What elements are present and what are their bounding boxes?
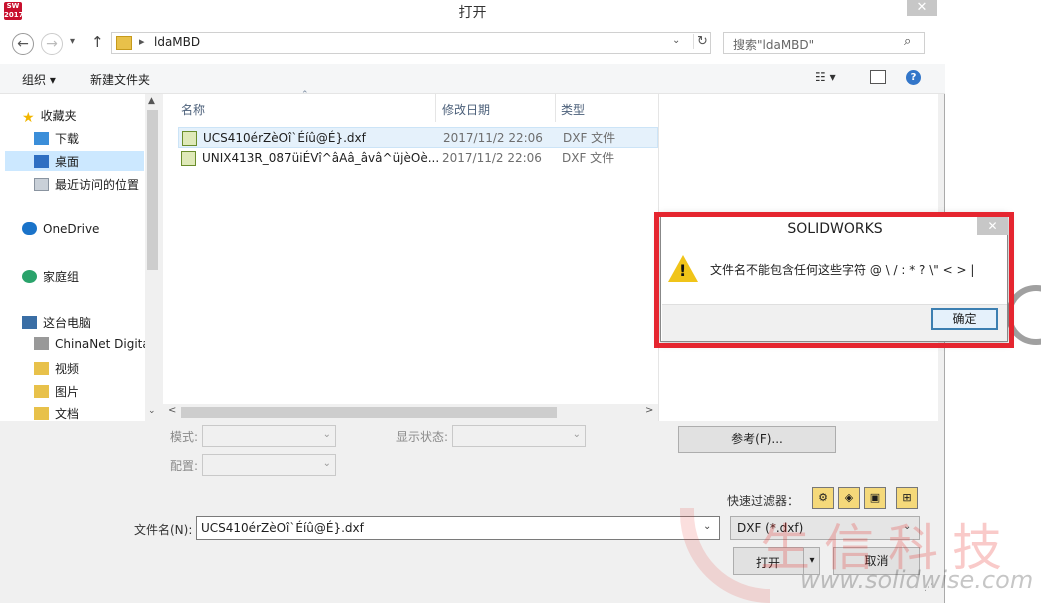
file-name: UCS410érZèOî`Éíû@É}.dxf — [203, 131, 366, 145]
close-button[interactable]: ✕ — [907, 0, 937, 16]
filter-top-level-assemblies-icon[interactable]: ⊞ — [896, 487, 918, 509]
scroll-right-icon[interactable]: > — [645, 405, 653, 416]
sidebar-item-downloads[interactable]: 下载 — [34, 130, 79, 147]
file-row[interactable]: UNIX413R_087üiÉVî^âAâ_âvâ^üjèOè... 2017/… — [178, 148, 658, 169]
column-divider[interactable] — [435, 94, 436, 122]
dxf-file-icon — [182, 131, 197, 146]
sidebar-item-this-pc[interactable]: 这台电脑 — [22, 314, 91, 331]
preview-pane-icon[interactable] — [870, 70, 886, 84]
download-icon — [34, 132, 49, 145]
sidebar-item-recent-places[interactable]: 最近访问的位置 — [34, 176, 139, 193]
breadcrumb-folder[interactable]: ldaMBD — [154, 35, 200, 49]
config-label: 配置: — [170, 459, 199, 473]
file-row[interactable]: UCS410érZèOî`Éíû@É}.dxf 2017/11/2 22:06 … — [178, 127, 658, 148]
quick-filter-label: 快速过滤器： — [727, 494, 800, 508]
filename-value[interactable]: UCS410érZèOî`Éíû@É}.dxf — [201, 521, 364, 535]
documents-folder-icon — [34, 407, 49, 420]
recent-places-icon — [34, 178, 49, 191]
scrollbar-thumb[interactable] — [181, 407, 557, 418]
sidebar-item-videos[interactable]: 视频 — [34, 360, 79, 377]
title-bar: SW 2017 打开 ✕ — [0, 0, 945, 24]
navigation-pane: ★ 收藏夹 下载 桌面 最近访问的位置 OneDrive 家庭组 这台电脑 Chi… — [0, 94, 160, 421]
forward-button[interactable]: → — [41, 33, 63, 55]
folder-icon — [116, 36, 132, 50]
navigation-scrollbar[interactable]: ▲ ⌄ — [145, 94, 160, 421]
address-bar[interactable]: ▸ ldaMBD ⌄ ↻ — [111, 32, 711, 54]
cloud-icon — [22, 222, 37, 235]
display-state-combo[interactable]: ⌄ — [452, 425, 586, 447]
recent-locations-dropdown[interactable]: ▾ — [70, 36, 75, 47]
horizontal-scrollbar[interactable]: < > — [163, 404, 658, 421]
sidebar-item-onedrive[interactable]: OneDrive — [22, 222, 99, 236]
sidebar-item-pictures[interactable]: 图片 — [34, 383, 79, 400]
file-name: UNIX413R_087üiÉVî^âAâ_âvâ^üjèOè... — [202, 151, 438, 165]
change-view-menu[interactable]: ☷ ▾ — [815, 70, 836, 84]
sidebar-item-chinanet[interactable]: ChinaNet Digita — [34, 337, 145, 351]
pictures-folder-icon — [34, 385, 49, 398]
file-date: 2017/11/2 22:06 — [443, 131, 543, 145]
references-button[interactable]: 参考(F)... — [678, 426, 836, 453]
file-type: DXF 文件 — [562, 151, 615, 165]
filename-field[interactable]: UCS410érZèOî`Éíû@É}.dxf ⌄ — [196, 516, 720, 540]
search-input[interactable]: 搜索"ldaMBD" — [733, 36, 814, 53]
display-state-label: 显示状态: — [396, 430, 449, 444]
back-button[interactable]: ← — [12, 33, 34, 55]
column-divider[interactable] — [555, 94, 556, 122]
up-one-level-button[interactable]: ↑ — [91, 33, 104, 51]
organize-menu[interactable]: 组织 ▾ — [22, 71, 56, 88]
help-icon[interactable]: ? — [906, 70, 921, 85]
scroll-up-icon[interactable]: ▲ — [148, 96, 155, 106]
desktop-icon — [34, 155, 49, 168]
column-header-type[interactable]: 类型 — [561, 101, 585, 118]
dxf-file-icon — [181, 151, 196, 166]
chevron-down-icon: ⌄ — [322, 458, 331, 469]
scrollbar-thumb[interactable] — [147, 110, 158, 270]
scroll-down-icon[interactable]: ⌄ — [148, 406, 156, 416]
file-type: DXF 文件 — [563, 131, 616, 145]
mode-combo[interactable]: ⌄ — [202, 425, 336, 447]
address-dropdown-icon[interactable]: ⌄ — [672, 35, 680, 46]
filter-drawings-icon[interactable]: ▣ — [864, 487, 886, 509]
sidebar-item-favorites[interactable]: ★ 收藏夹 — [22, 107, 77, 124]
new-folder-button[interactable]: 新建文件夹 — [90, 71, 150, 88]
network-device-icon — [34, 337, 49, 350]
filter-assemblies-icon[interactable]: ◈ — [838, 487, 860, 509]
column-header-date[interactable]: 修改日期 — [442, 101, 490, 118]
filter-parts-icon[interactable]: ⚙ — [812, 487, 834, 509]
breadcrumb-chevron-icon[interactable]: ▸ — [139, 35, 145, 48]
sidebar-item-homegroup[interactable]: 家庭组 — [22, 268, 79, 285]
command-toolbar: 组织 ▾ 新建文件夹 ☷ ▾ ? — [0, 64, 945, 94]
sort-arrow-icon: ⌃ — [301, 90, 309, 100]
sidebar-item-desktop[interactable]: 桌面 — [5, 151, 144, 171]
navigation-bar: ← → ▾ ↑ ▸ ldaMBD ⌄ ↻ 搜索"ldaMBD" ⌕ — [0, 24, 945, 64]
filename-label: 文件名(N): — [134, 523, 193, 537]
scroll-left-icon[interactable]: < — [168, 405, 176, 416]
chevron-down-icon: ⌄ — [572, 429, 581, 440]
column-header-name[interactable]: 名称 — [181, 101, 205, 118]
mode-label: 模式: — [170, 430, 199, 444]
search-icon[interactable]: ⌕ — [904, 34, 911, 49]
chevron-down-icon: ⌄ — [322, 429, 331, 440]
watermark-url: www.solidwise.com — [800, 566, 1034, 594]
refresh-icon[interactable]: ↻ — [693, 34, 711, 49]
file-list: ⌃ 名称 修改日期 类型 UCS410érZèOî`Éíû@É}.dxf 201… — [163, 90, 658, 421]
config-combo[interactable]: ⌄ — [202, 454, 336, 476]
sidebar-item-documents[interactable]: 文档 — [34, 405, 79, 422]
videos-folder-icon — [34, 362, 49, 375]
window-title: 打开 — [458, 5, 487, 21]
file-date: 2017/11/2 22:06 — [442, 151, 542, 165]
computer-icon — [22, 316, 37, 329]
search-box[interactable]: 搜索"ldaMBD" ⌕ — [723, 32, 925, 54]
homegroup-icon — [22, 270, 37, 283]
star-icon: ★ — [22, 110, 35, 124]
highlight-frame — [654, 212, 1014, 348]
